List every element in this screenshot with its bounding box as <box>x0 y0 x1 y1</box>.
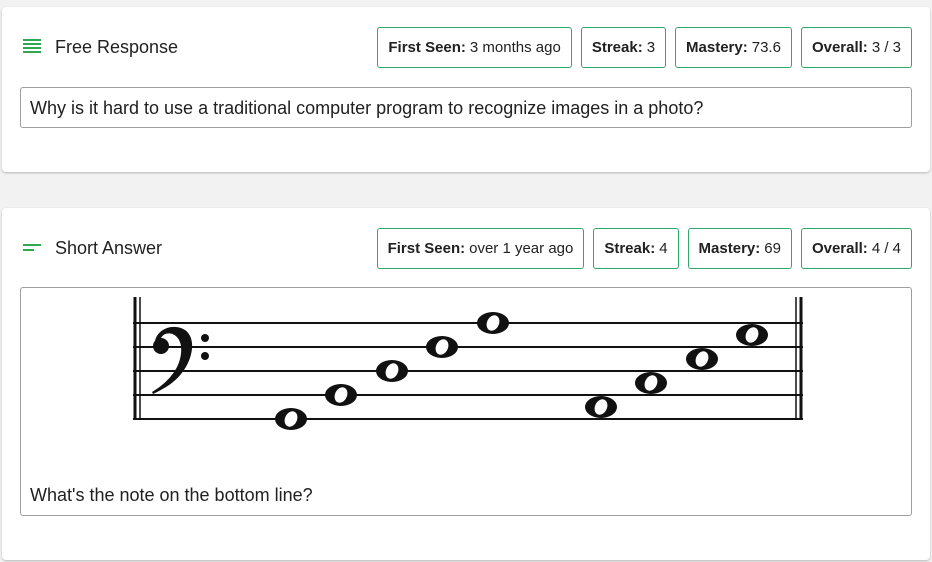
question-card-short-answer: Short Answer First Seen: over 1 year ago … <box>2 208 930 560</box>
note <box>376 360 408 382</box>
stat-value: 3 <box>646 39 656 56</box>
stat-key: Mastery: <box>698 240 761 257</box>
question-type-label: Short Answer <box>55 238 163 258</box>
stat-value: 3 months ago <box>469 39 561 56</box>
stat-value: 4 / 4 <box>871 240 901 257</box>
note <box>635 372 667 394</box>
stat-value: over 1 year ago <box>469 240 574 257</box>
question-card-free-response: Free Response First Seen: 3 months ago St… <box>2 7 930 172</box>
note <box>426 336 458 358</box>
streak-badge: Streak: 4 <box>593 228 679 269</box>
stat-key: First Seen: <box>387 240 466 257</box>
note <box>686 348 718 370</box>
stat-value: 3 / 3 <box>871 39 901 56</box>
first-seen-badge: First Seen: over 1 year ago <box>376 228 585 269</box>
question-box: What's the note on the bottom line? <box>20 287 912 516</box>
note <box>585 396 617 418</box>
stat-value: 69 <box>764 240 781 257</box>
stats-bar: First Seen: over 1 year ago Streak: 4 Mast… <box>376 228 912 269</box>
note <box>736 324 768 346</box>
stat-key: Streak: <box>591 39 643 56</box>
card-header: Free Response First Seen: 3 months ago St… <box>2 27 930 68</box>
mastery-badge: Mastery: 69 <box>687 228 792 269</box>
stats-bar: First Seen: 3 months ago Streak: 3 Mastery… <box>377 27 912 68</box>
stat-key: Streak: <box>604 240 656 257</box>
lines-icon <box>23 39 43 55</box>
note <box>477 312 509 334</box>
question-box: Why is it hard to use a traditional comp… <box>20 87 912 128</box>
question-text: What's the note on the bottom line? <box>30 485 313 505</box>
stat-key: Overall: <box>811 240 868 257</box>
bass-clef-icon <box>152 326 209 394</box>
card-header: Short Answer First Seen: over 1 year ago … <box>2 228 930 269</box>
note <box>325 384 357 406</box>
overall-badge: Overall: 4 / 4 <box>800 228 912 269</box>
stat-value: 4 <box>659 240 668 257</box>
short-lines-icon <box>23 240 43 256</box>
question-text: Why is it hard to use a traditional comp… <box>30 98 704 118</box>
stat-key: Mastery: <box>686 39 748 56</box>
staff-lines <box>133 322 803 420</box>
note <box>275 408 307 430</box>
stat-key: Overall: <box>811 39 868 56</box>
streak-badge: Streak: 3 <box>580 27 667 68</box>
stat-value: 73.6 <box>751 39 781 56</box>
bass-clef-staff-image <box>133 297 803 430</box>
first-seen-badge: First Seen: 3 months ago <box>377 27 572 68</box>
overall-badge: Overall: 3 / 3 <box>800 27 912 68</box>
stat-key: First Seen: <box>388 39 466 56</box>
question-type-label: Free Response <box>55 37 179 57</box>
mastery-badge: Mastery: 73.6 <box>675 27 792 68</box>
